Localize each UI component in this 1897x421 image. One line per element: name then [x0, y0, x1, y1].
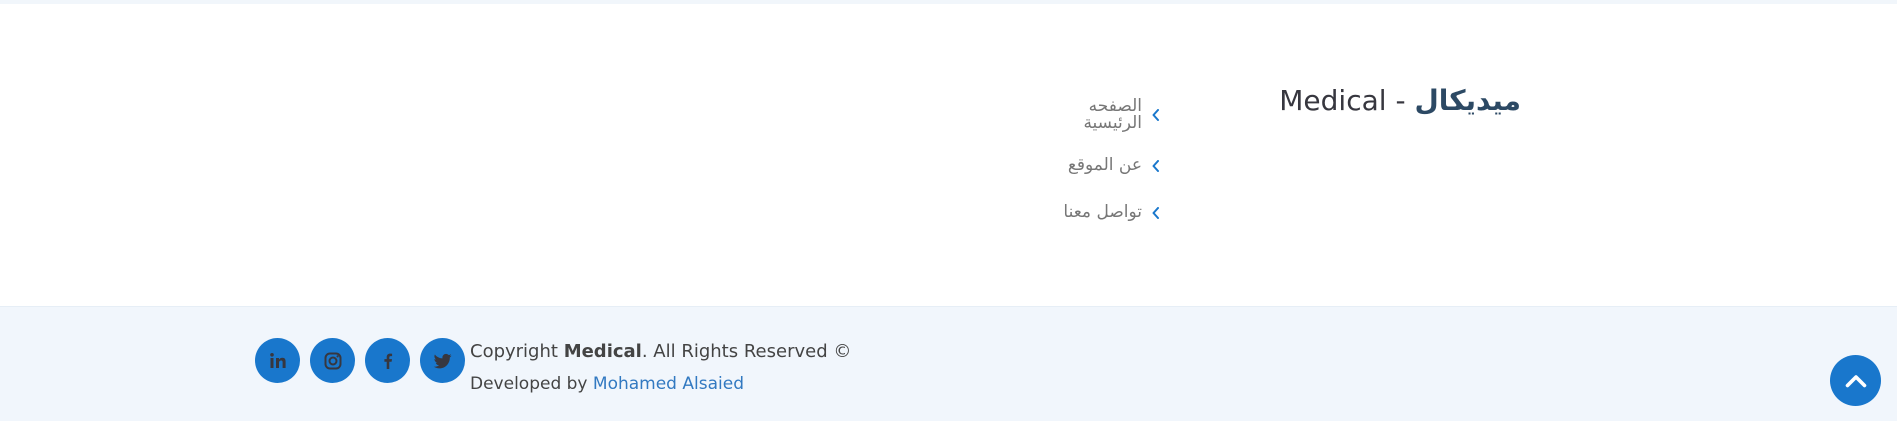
- copyright-brand: Medical: [563, 341, 642, 362]
- footer-link-contact[interactable]: تواصل معنا: [1031, 204, 1161, 221]
- instagram-icon: [324, 352, 341, 369]
- footer-bottom-bar: Copyright Medical. All Rights Reserved ©…: [0, 306, 1897, 421]
- instagram-button[interactable]: [310, 338, 355, 383]
- linkedin-icon: [269, 352, 286, 368]
- chevron-left-icon: [1151, 206, 1161, 220]
- footer-link-label[interactable]: عن الموقع: [1068, 157, 1142, 174]
- back-to-top-button[interactable]: [1830, 355, 1881, 406]
- copyright-text: Copyright Medical. All Rights Reserved ©: [470, 341, 851, 363]
- facebook-button[interactable]: [365, 338, 410, 383]
- footer-brand: ميديكال - Medical: [1279, 78, 1521, 124]
- copyright-prefix: Copyright: [470, 341, 558, 362]
- footer-top-section: ميديكال - Medical الصفحه الرئيسية عن الم…: [0, 4, 1897, 306]
- brand-separator: -: [1395, 84, 1406, 117]
- brand-name-ar: ميديكال: [1414, 84, 1521, 117]
- developer-credits: Developed by Mohamed Alsaied: [470, 374, 744, 394]
- social-links: [255, 338, 465, 383]
- chevron-left-icon: [1151, 108, 1161, 122]
- footer-link-about[interactable]: عن الموقع: [1031, 157, 1161, 174]
- credits-prefix: Developed by: [470, 374, 588, 394]
- footer-link-home[interactable]: الصفحه الرئيسية: [1031, 98, 1161, 132]
- twitter-icon: [433, 353, 451, 368]
- twitter-button[interactable]: [420, 338, 465, 383]
- facebook-icon: [383, 353, 392, 369]
- chevron-left-icon: [1151, 159, 1161, 173]
- linkedin-button[interactable]: [255, 338, 300, 383]
- developer-link[interactable]: Mohamed Alsaied: [593, 374, 744, 394]
- footer-link-label[interactable]: الصفحه الرئيسية: [1072, 98, 1142, 132]
- copyright-suffix: . All Rights Reserved ©: [641, 341, 852, 362]
- footer-link-label[interactable]: تواصل معنا: [1063, 204, 1142, 221]
- chevron-up-icon: [1845, 374, 1866, 387]
- brand-name-en: Medical: [1279, 84, 1387, 117]
